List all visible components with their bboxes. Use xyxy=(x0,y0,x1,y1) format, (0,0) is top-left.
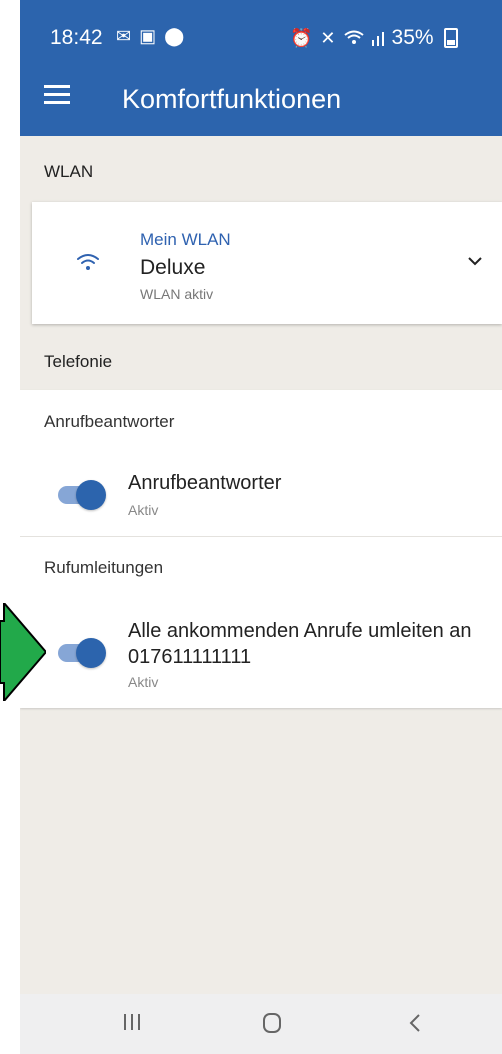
green-arrow-marker xyxy=(0,603,46,701)
section-header-label: Telefonie xyxy=(44,352,113,371)
recent-apps-icon[interactable] xyxy=(122,1012,142,1032)
battery-icon xyxy=(443,28,458,48)
status-right-icons: ⏰ ✕ 35% xyxy=(290,26,458,50)
anrufbeantworter-status: Aktiv xyxy=(128,502,159,518)
telefonie-list: Anrufbeantworter Anrufbeantworter Aktiv … xyxy=(20,390,502,708)
home-icon[interactable] xyxy=(262,1012,282,1034)
group-label-rufumleitungen: Rufumleitungen xyxy=(44,558,164,577)
section-header-label: WLAN xyxy=(44,162,94,181)
group-label-anrufbeantworter: Anrufbeantworter xyxy=(44,412,175,431)
app-bar: Komfortfunktionen xyxy=(20,64,502,136)
section-header-telefonie: Telefonie xyxy=(20,336,502,388)
status-left-icons: ✉ ▣ ⬤ xyxy=(116,26,184,47)
signal-icon xyxy=(371,32,384,46)
back-icon[interactable] xyxy=(408,1012,422,1034)
rufumleitung-status: Aktiv xyxy=(128,674,159,690)
image-icon: ▣ xyxy=(139,26,157,46)
menu-icon[interactable] xyxy=(44,85,70,105)
wlan-card[interactable]: Mein WLAN Deluxe WLAN aktiv xyxy=(32,202,502,324)
wlan-status: WLAN aktiv xyxy=(140,286,214,302)
chevron-down-icon[interactable] xyxy=(466,252,484,270)
anrufbeantworter-toggle[interactable] xyxy=(58,480,106,510)
alarm-icon: ⏰ xyxy=(290,27,313,48)
rufumleitung-title: Alle ankommenden Anrufe umleiten an 0176… xyxy=(128,620,472,668)
section-header-wlan: WLAN xyxy=(20,146,502,198)
mute-icon: ✕ xyxy=(320,27,336,48)
wlan-subtitle: Mein WLAN xyxy=(140,230,231,249)
location-icon: ⬤ xyxy=(164,26,185,46)
page-title: Komfortfunktionen xyxy=(122,84,342,114)
rufumleitung-toggle[interactable] xyxy=(58,638,106,668)
wlan-name: Deluxe xyxy=(140,256,206,279)
anrufbeantworter-title: Anrufbeantworter xyxy=(128,472,282,494)
status-time: 18:42 xyxy=(50,26,103,49)
wifi-status-icon xyxy=(343,30,364,44)
phone-screen: 18:42 ✉ ▣ ⬤ ⏰ ✕ 35% Komfortfunktionen WL… xyxy=(20,0,502,1054)
wifi-icon xyxy=(77,254,99,270)
notification-icon: ✉ xyxy=(116,26,132,46)
system-nav-bar xyxy=(20,994,502,1054)
divider xyxy=(20,536,502,537)
battery-percent: 35% xyxy=(391,26,434,49)
